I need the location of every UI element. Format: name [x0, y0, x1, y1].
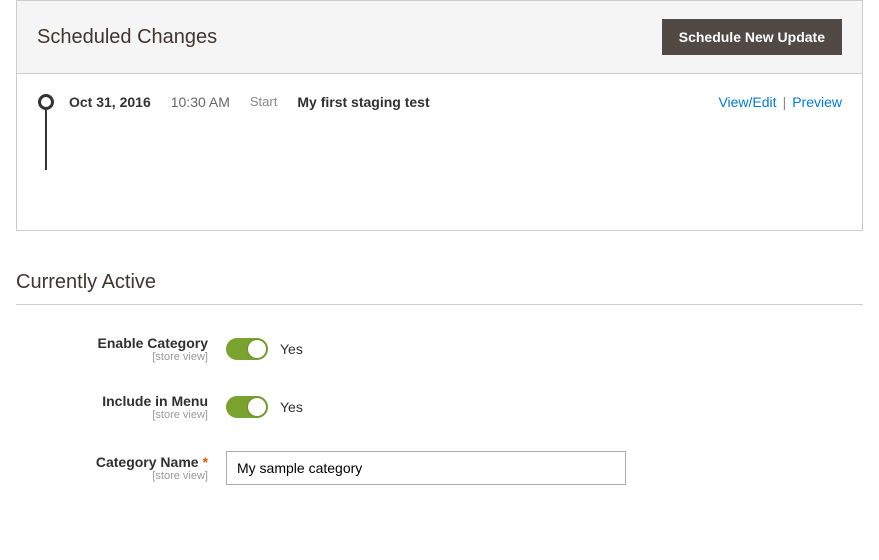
scheduled-change-actions: View/Edit | Preview [718, 94, 842, 110]
enable-category-toggle[interactable] [226, 338, 268, 360]
enable-category-field: Yes [226, 338, 303, 360]
currently-active-title: Currently Active [16, 271, 863, 294]
action-separator: | [783, 94, 787, 110]
category-name-row: Category Name* [store view] [16, 451, 863, 485]
scheduled-change-type: Start [250, 94, 277, 110]
scheduled-change-info: Oct 31, 2016 10:30 AM Start My first sta… [69, 94, 842, 110]
include-in-menu-toggle[interactable] [226, 396, 268, 418]
enable-category-value: Yes [280, 341, 303, 357]
scheduled-change-date: Oct 31, 2016 [69, 94, 151, 110]
scheduled-changes-header: Scheduled Changes Schedule New Update [17, 1, 862, 74]
scheduled-change-time: 10:30 AM [171, 94, 230, 110]
enable-category-label-col: Enable Category [store view] [16, 335, 226, 363]
include-in-menu-scope: [store view] [16, 409, 208, 421]
scheduled-changes-body: Oct 31, 2016 10:30 AM Start My first sta… [17, 74, 862, 230]
required-asterisk-icon: * [203, 454, 208, 470]
enable-category-scope: [store view] [16, 351, 208, 363]
category-name-field [226, 451, 626, 485]
include-in-menu-field: Yes [226, 396, 303, 418]
enable-category-label: Enable Category [16, 335, 208, 351]
scheduled-change-name: My first staging test [297, 94, 429, 110]
scheduled-changes-title: Scheduled Changes [37, 26, 217, 49]
schedule-new-update-button[interactable]: Schedule New Update [662, 19, 842, 55]
include-in-menu-row: Include in Menu [store view] Yes [16, 393, 863, 421]
category-name-scope: [store view] [16, 470, 208, 482]
include-in-menu-value: Yes [280, 399, 303, 415]
timeline-marker-icon [37, 94, 55, 170]
preview-link[interactable]: Preview [792, 94, 842, 110]
scheduled-change-row: Oct 31, 2016 10:30 AM Start My first sta… [37, 94, 842, 170]
enable-category-row: Enable Category [store view] Yes [16, 335, 863, 363]
include-in-menu-label-col: Include in Menu [store view] [16, 393, 226, 421]
include-in-menu-label: Include in Menu [16, 393, 208, 409]
scheduled-changes-panel: Scheduled Changes Schedule New Update Oc… [16, 0, 863, 231]
category-name-label: Category Name* [16, 454, 208, 470]
category-name-label-col: Category Name* [store view] [16, 454, 226, 482]
section-divider [16, 304, 863, 305]
category-name-input[interactable] [226, 451, 626, 485]
view-edit-link[interactable]: View/Edit [718, 94, 776, 110]
